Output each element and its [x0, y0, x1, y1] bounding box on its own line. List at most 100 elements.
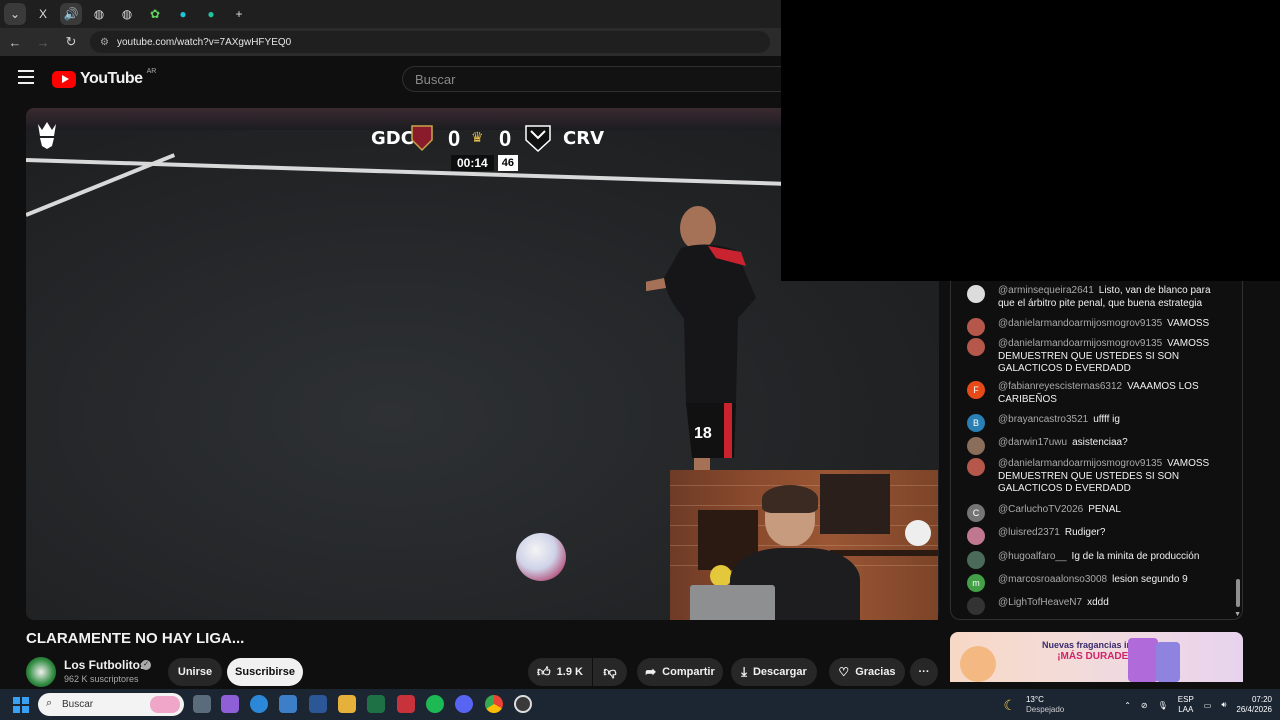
search-input[interactable]: Buscar: [402, 66, 782, 92]
site-info-icon[interactable]: ⚙: [100, 37, 109, 48]
home-team-crest-icon: [411, 125, 433, 152]
like-button[interactable]: 👍︎ 1.9 K: [528, 658, 592, 686]
chat-author[interactable]: @hugoalfaro__: [998, 551, 1067, 562]
share-button[interactable]: ➦ Compartir: [637, 658, 723, 686]
reload-icon[interactable]: ↻: [62, 34, 80, 50]
excel-icon[interactable]: [367, 695, 385, 713]
tab-search-button[interactable]: ⌄: [4, 3, 26, 25]
ad-banner[interactable]: Nuevas fragancias intensas y ¡MÁS DURADE…: [950, 632, 1243, 682]
clock[interactable]: 07:20 26/4/2026: [1236, 695, 1272, 715]
chat-author[interactable]: @luisred2371: [998, 527, 1060, 538]
chat-author[interactable]: @LighTofHeaveN7: [998, 597, 1082, 608]
chat-text: uffff ig: [1093, 414, 1120, 425]
chat-author[interactable]: @danielarmandoarmijosmogrov9135: [998, 458, 1162, 469]
ad-decoration: [960, 646, 996, 682]
back-icon[interactable]: ←: [6, 35, 24, 50]
tab-app-2[interactable]: ●: [200, 3, 222, 25]
tab-youtube-active[interactable]: 🔊: [60, 3, 82, 25]
windows-start-icon[interactable]: [13, 697, 29, 713]
video-title: CLARAMENTE NO HAY LIGA...: [26, 630, 245, 647]
volume-icon[interactable]: 🔊︎: [1221, 700, 1226, 710]
chat-avatar: [967, 285, 985, 303]
network-icon[interactable]: ⊘: [1141, 701, 1148, 710]
chat-author[interactable]: @darwin17uwu: [998, 437, 1067, 448]
edge-icon[interactable]: [250, 695, 268, 713]
tab-app-1[interactable]: ●: [172, 3, 194, 25]
word-icon[interactable]: [309, 695, 327, 713]
file-explorer-icon[interactable]: [338, 695, 356, 713]
logo-text: YouTube: [80, 70, 143, 87]
verified-icon: ✓: [141, 660, 151, 670]
channel-name[interactable]: Los Futbolitos: [64, 658, 147, 672]
channel-avatar[interactable]: [26, 657, 56, 687]
tab-generic-1[interactable]: ◍: [88, 3, 110, 25]
live-chat[interactable]: @arminsequeira2641 Listo, van de blanco p…: [950, 281, 1243, 620]
brick-line: [670, 485, 938, 486]
display-icon[interactable]: ▭: [1204, 701, 1212, 710]
like-count: 1.9 K: [556, 666, 583, 678]
chat-author[interactable]: @fabianreyescisternas6312: [998, 381, 1122, 392]
weather-widget[interactable]: 13°C Despejado: [1026, 695, 1064, 715]
subscribe-button[interactable]: Suscribirse: [227, 658, 303, 686]
timer-count: 46: [497, 155, 518, 171]
soccer-ball: [516, 533, 566, 581]
clock-date: 26/4/2026: [1236, 705, 1272, 714]
chat-message: @luisred2371 Rudiger?: [967, 527, 1217, 545]
share-label: Compartir: [662, 666, 715, 678]
app-circle-icon[interactable]: [514, 695, 532, 713]
tab-generic-2[interactable]: ◍: [116, 3, 138, 25]
chat-avatar: [967, 318, 985, 336]
task-view-icon[interactable]: [193, 695, 211, 713]
chat-author[interactable]: @CarluchoTV2026: [998, 504, 1083, 515]
download-button[interactable]: ⤓ Descargar: [731, 658, 817, 686]
forward-icon[interactable]: →: [34, 35, 52, 50]
app-red-icon[interactable]: [397, 695, 415, 713]
black-overlay-window: [781, 0, 1280, 281]
perfume-bottle: [1128, 638, 1158, 682]
spotify-icon[interactable]: [426, 695, 444, 713]
chat-text: Ig de la minita de producción: [1071, 551, 1200, 562]
tab-x[interactable]: X: [32, 3, 54, 25]
search-icon: ⌕: [46, 697, 53, 709]
chat-message: @hugoalfaro__ Ig de la minita de producci…: [967, 551, 1217, 569]
new-tab-button[interactable]: +: [228, 3, 250, 25]
chrome-icon[interactable]: [485, 695, 503, 713]
tab-extension[interactable]: ✿: [144, 3, 166, 25]
lang-2: LAA: [1178, 705, 1194, 714]
copilot-icon[interactable]: [221, 695, 239, 713]
chat-text: VAMOSS: [1167, 318, 1210, 329]
more-actions-button[interactable]: ···: [910, 658, 938, 686]
chat-avatar: F: [967, 381, 985, 399]
scroll-down-icon[interactable]: ▼: [1234, 611, 1241, 618]
chat-author[interactable]: @marcosroaalonso3008: [998, 574, 1107, 585]
laptop: [690, 585, 775, 620]
chat-author[interactable]: @danielarmandoarmijosmogrov9135: [998, 338, 1162, 349]
weather-icon[interactable]: ☾: [1003, 697, 1016, 714]
youtube-logo[interactable]: YouTube AR: [52, 68, 156, 88]
menu-icon[interactable]: [18, 70, 34, 84]
streamer-hair: [762, 485, 818, 513]
microphone-icon[interactable]: 🎙︎: [1158, 701, 1168, 710]
download-label: Descargar: [752, 666, 807, 678]
dislike-button[interactable]: 👎︎: [593, 658, 627, 686]
store-icon[interactable]: [279, 695, 297, 713]
chat-author[interactable]: @danielarmandoarmijosmogrov9135: [998, 318, 1162, 329]
chat-text: asistenciaa?: [1072, 437, 1128, 448]
share-icon: ➦: [645, 664, 657, 679]
chat-avatar: [967, 437, 985, 455]
discord-icon[interactable]: [455, 695, 473, 713]
join-button[interactable]: Unirse: [168, 658, 222, 686]
url-field[interactable]: ⚙ youtube.com/watch?v=7AXgwHFYEQ0: [90, 31, 770, 53]
timer-time: 00:14: [451, 155, 494, 171]
chevron-up-icon[interactable]: ⌃: [1124, 701, 1131, 710]
url-text: youtube.com/watch?v=7AXgwHFYEQ0: [116, 36, 292, 48]
chat-author[interactable]: @arminsequeira2641: [998, 285, 1094, 296]
taskbar-search[interactable]: ⌕ Buscar: [38, 693, 184, 716]
perfume-bottle: [1156, 642, 1180, 682]
chat-author[interactable]: @brayancastro3521: [998, 414, 1088, 425]
away-team: CRV: [563, 128, 605, 149]
thanks-button[interactable]: ♡ Gracias: [829, 658, 905, 686]
chat-scrollbar[interactable]: [1236, 579, 1240, 607]
language-indicator[interactable]: ESP LAA: [1178, 695, 1194, 715]
youtube-play-icon: [52, 70, 76, 88]
